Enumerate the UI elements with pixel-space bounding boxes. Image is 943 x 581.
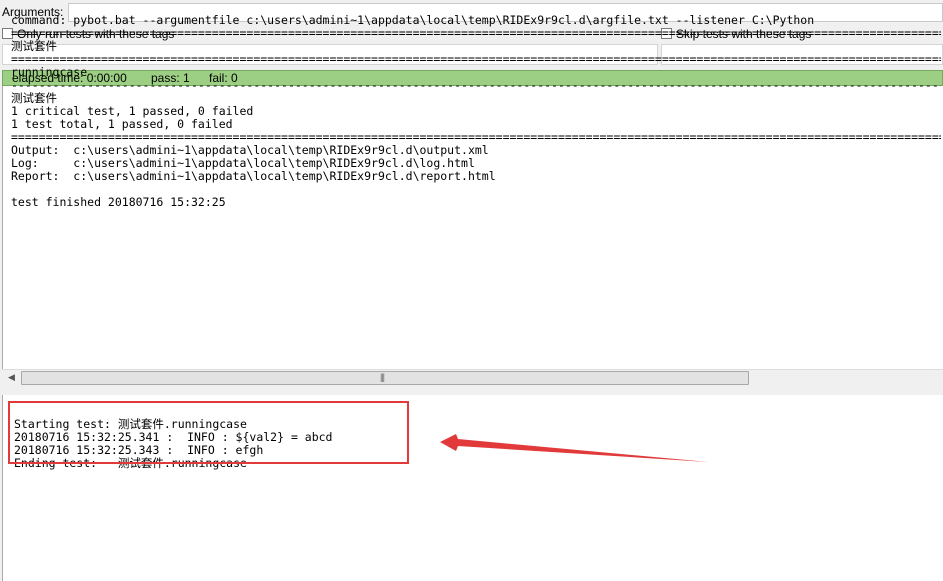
separator: ========================================… bbox=[11, 53, 941, 66]
report-path: Report: c:\users\admini~1\appdata\local\… bbox=[11, 169, 496, 183]
total-summary: 1 test total, 1 passed, 0 failed bbox=[11, 117, 233, 131]
highlight-box bbox=[8, 401, 409, 464]
console-text: command: pybot.bat --argumentfile c:\use… bbox=[11, 1, 941, 222]
separator: ----------------------------------------… bbox=[11, 79, 941, 92]
scroll-left-arrow-icon[interactable]: ◀ bbox=[8, 372, 15, 383]
scrollbar-grip-icon: ||| bbox=[380, 372, 385, 382]
test-name: runningcase bbox=[11, 65, 88, 79]
scrollbar-thumb[interactable] bbox=[21, 371, 749, 385]
command-line: command: pybot.bat --argumentfile c:\use… bbox=[11, 13, 815, 27]
suite-name: 测试套件 bbox=[11, 39, 57, 53]
panel-splitter[interactable] bbox=[2, 386, 943, 395]
finished-line: test finished 20180716 15:32:25 bbox=[11, 195, 226, 209]
separator: ========================================… bbox=[11, 27, 941, 40]
